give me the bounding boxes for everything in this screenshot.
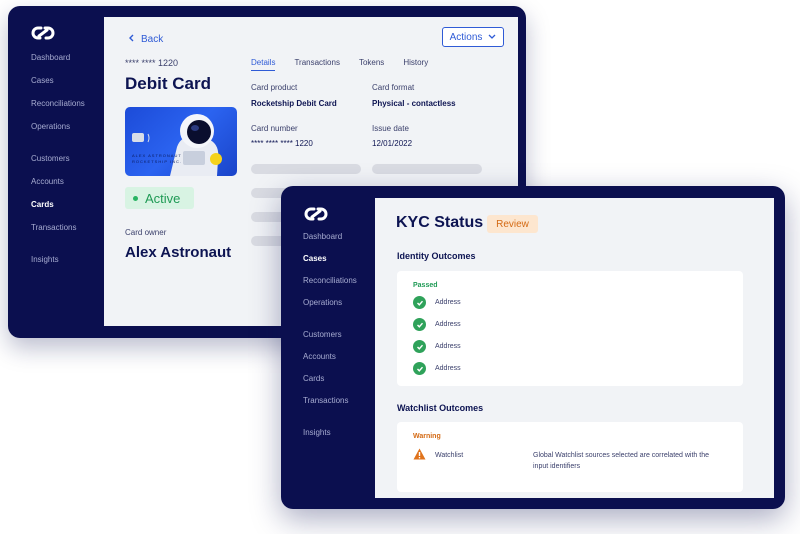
card-number-value: **** **** **** 1220 (251, 139, 313, 148)
owner-name: Alex Astronaut (125, 244, 232, 261)
watchlist-outcomes-card: Warning Watchlist Global Watchlist sourc… (397, 422, 743, 492)
identity-status: Passed (413, 282, 438, 289)
check-circle-icon (413, 318, 426, 331)
kyc-status-window: Dashboard Cases Reconciliations Operatio… (281, 186, 785, 509)
kyc-panel: KYC Status Review Identity Outcomes Pass… (375, 198, 774, 498)
status-badge: Active (125, 187, 194, 209)
sidebar-item-customers[interactable]: Customers (303, 330, 357, 352)
sidebar-item-dashboard[interactable]: Dashboard (303, 232, 357, 254)
sidebar-item-cases[interactable]: Cases (31, 76, 85, 99)
check-circle-icon (413, 296, 426, 309)
issue-date-label: Issue date (372, 124, 409, 133)
card-format-label: Card format (372, 83, 415, 92)
sidebar-item-dashboard[interactable]: Dashboard (31, 53, 85, 76)
card-art-company: ROCKETSHIP INC. (132, 159, 183, 164)
tab-details[interactable]: Details (251, 58, 276, 71)
identity-item-label: Address (435, 343, 461, 350)
status-label: Active (145, 190, 181, 206)
chevron-left-icon (128, 34, 134, 45)
tab-history[interactable]: History (403, 58, 428, 71)
card-number-label: Card number (251, 124, 298, 133)
identity-item-label: Address (435, 299, 461, 306)
sidebar-item-reconciliations[interactable]: Reconciliations (303, 276, 357, 298)
chevron-down-icon (488, 32, 496, 43)
tab-bar: Details Transactions Tokens History (251, 58, 428, 71)
list-item: Address (413, 340, 461, 353)
card-format-value: Physical - contactless (372, 99, 456, 108)
page-title: Debit Card (125, 74, 211, 93)
sidebar-nav: Dashboard Cases Reconciliations Operatio… (303, 232, 357, 450)
issue-date-value: 12/01/2022 (372, 139, 413, 148)
card-image: ALEX ASTRONAUT ROCKETSHIP INC. (125, 107, 237, 176)
sidebar-item-cards[interactable]: Cards (31, 200, 85, 223)
watchlist-item-label: Watchlist (435, 452, 464, 459)
sidebar-item-cards[interactable]: Cards (303, 374, 357, 396)
tab-transactions[interactable]: Transactions (294, 58, 340, 71)
skeleton-line (372, 164, 482, 174)
watchlist-status: Warning (413, 433, 441, 440)
card-art-name: ALEX ASTRONAUT (132, 153, 182, 158)
actions-label: Actions (449, 31, 483, 43)
card-product-label: Card product (251, 83, 298, 92)
sidebar-item-transactions[interactable]: Transactions (303, 396, 357, 418)
sidebar-nav: Dashboard Cases Reconciliations Operatio… (31, 53, 85, 278)
card-product-value: Rocketship Debit Card (251, 99, 337, 108)
list-item: Address (413, 362, 461, 375)
watchlist-outcomes-title: Watchlist Outcomes (397, 403, 484, 413)
identity-outcomes-card: Passed Address Address Address Address (397, 271, 743, 386)
identity-item-label: Address (435, 365, 461, 372)
status-dot-icon (133, 195, 138, 201)
sidebar-item-accounts[interactable]: Accounts (31, 177, 85, 200)
tab-tokens[interactable]: Tokens (359, 58, 384, 71)
logo-icon[interactable] (303, 206, 329, 222)
identity-item-label: Address (435, 321, 461, 328)
warning-triangle-icon (413, 447, 426, 465)
skeleton-line (251, 164, 361, 174)
check-circle-icon (413, 340, 426, 353)
actions-button[interactable]: Actions (442, 27, 504, 47)
page-title: KYC Status (396, 214, 484, 231)
sidebar-item-customers[interactable]: Customers (31, 154, 85, 177)
status-badge: Review (487, 215, 538, 233)
sidebar-item-cases[interactable]: Cases (303, 254, 357, 276)
watchlist-item-description: Global Watchlist sources selected are co… (533, 452, 709, 470)
identity-outcomes-title: Identity Outcomes (397, 251, 476, 261)
owner-label: Card owner (125, 228, 167, 237)
sidebar-item-reconciliations[interactable]: Reconciliations (31, 99, 85, 122)
list-item: Address (413, 318, 461, 331)
sidebar-item-insights[interactable]: Insights (31, 255, 85, 278)
astronaut-card-art (132, 114, 222, 176)
check-circle-icon (413, 362, 426, 375)
sidebar-item-operations[interactable]: Operations (31, 122, 85, 145)
sidebar-item-accounts[interactable]: Accounts (303, 352, 357, 374)
card-number-masked: **** **** 1220 (125, 58, 179, 68)
sidebar-item-operations[interactable]: Operations (303, 298, 357, 320)
back-button[interactable]: Back (128, 34, 163, 45)
sidebar-item-insights[interactable]: Insights (303, 428, 357, 450)
sidebar-item-transactions[interactable]: Transactions (31, 223, 85, 246)
logo-icon[interactable] (30, 25, 56, 41)
back-label: Back (141, 34, 164, 45)
list-item: Address (413, 296, 461, 309)
